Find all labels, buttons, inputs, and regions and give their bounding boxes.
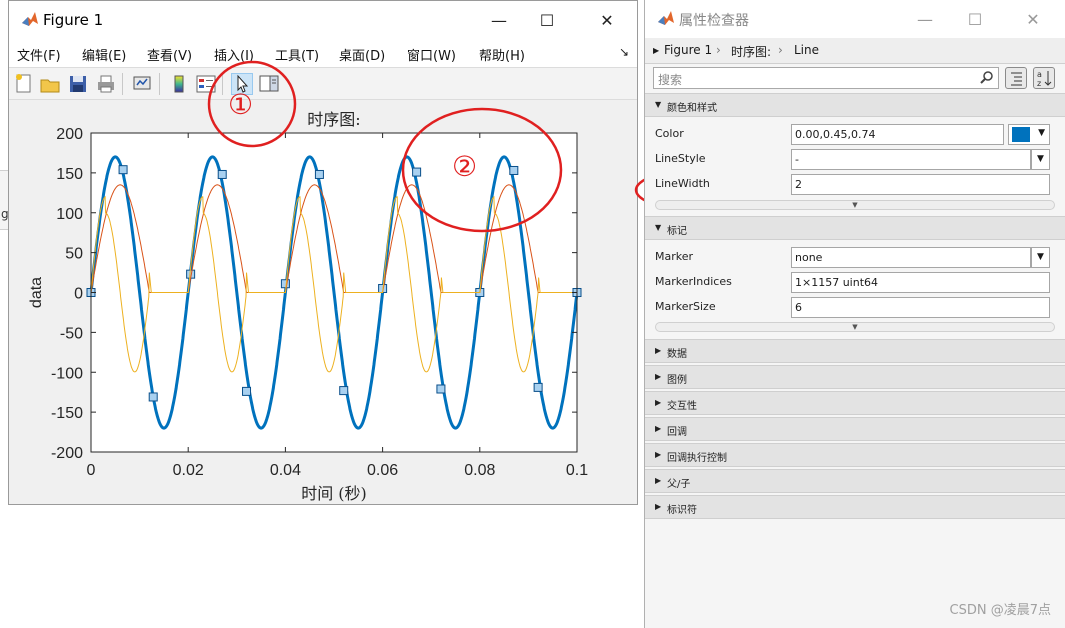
- annotation-label-2: ②: [452, 150, 478, 183]
- property-row-marker-size: MarkerSize 6: [645, 295, 1065, 320]
- svg-text:z: z: [1037, 79, 1041, 88]
- expand-arrow-icon: ▶: [655, 372, 662, 381]
- breadcrumb-axes[interactable]: 时序图:: [731, 43, 771, 60]
- marker-select[interactable]: none: [791, 247, 1031, 268]
- chevron-down-icon[interactable]: ▼: [1031, 247, 1050, 268]
- section-marker[interactable]: ▼ 标记: [645, 216, 1065, 240]
- expand-more-icon[interactable]: ▼: [655, 322, 1055, 332]
- property-name: Color: [655, 127, 684, 140]
- search-placeholder: 搜索: [658, 73, 683, 87]
- section-label: 标记: [667, 226, 687, 237]
- annotation-circle-2: [401, 107, 563, 233]
- section-label: 数据: [667, 349, 687, 360]
- section-parent-child[interactable]: ▶ 父/子: [645, 469, 1065, 493]
- expand-arrow-icon: ▶: [655, 450, 662, 459]
- minimize-button[interactable]: —: [905, 6, 945, 32]
- color-picker-button[interactable]: ▼: [1008, 124, 1050, 145]
- matlab-icon: [657, 10, 675, 31]
- property-row-linestyle: LineStyle - ▼: [645, 147, 1065, 172]
- property-name: MarkerIndices: [655, 275, 732, 288]
- section-callbacks[interactable]: ▶ 回调: [645, 417, 1065, 441]
- desktop: g Figure 1 — ☐ ✕ 文件(F) 编辑(E) 查看(V) 插入(I)…: [0, 0, 1065, 628]
- section-data[interactable]: ▶ 数据: [645, 339, 1065, 363]
- linewidth-field[interactable]: 2: [791, 174, 1050, 195]
- marker-indices-field[interactable]: 1×1157 uint64: [791, 272, 1050, 293]
- sort-alphabetical-icon[interactable]: az: [1033, 67, 1055, 89]
- section-callback-execution[interactable]: ▶ 回调执行控制: [645, 443, 1065, 467]
- property-row-color: Color 0.00,0.45,0.74 ▼: [645, 122, 1065, 147]
- collapse-arrow-icon: ▼: [655, 100, 662, 109]
- property-name: LineWidth: [655, 177, 710, 190]
- expand-arrow-icon: ▶: [655, 502, 662, 511]
- chevron-down-icon: ▼: [1038, 128, 1045, 138]
- property-inspector-window: 属性检查器 — ☐ ✕ ▶ Figure 1 › 时序图: › Line 搜索 …: [644, 0, 1065, 628]
- expand-arrow-icon: ▶: [655, 476, 662, 485]
- property-row-marker: Marker none ▼: [645, 245, 1065, 270]
- section-legend[interactable]: ▶ 图例: [645, 365, 1065, 389]
- section-interactivity[interactable]: ▶ 交互性: [645, 391, 1065, 415]
- color-swatch: [1012, 127, 1030, 142]
- property-name: Marker: [655, 250, 694, 263]
- chevron-down-icon[interactable]: ▼: [1031, 149, 1050, 170]
- breadcrumb-separator-icon: ›: [716, 43, 721, 57]
- property-name: LineStyle: [655, 152, 706, 165]
- search-icon: [980, 70, 994, 87]
- maximize-button[interactable]: ☐: [955, 6, 995, 32]
- property-row-marker-indices: MarkerIndices 1×1157 uint64: [645, 270, 1065, 295]
- breadcrumb: ▶ Figure 1 › 时序图: › Line: [645, 38, 1065, 64]
- linestyle-select[interactable]: -: [791, 149, 1031, 170]
- section-identifiers[interactable]: ▶ 标识符: [645, 495, 1065, 519]
- section-label: 标识符: [667, 505, 697, 516]
- group-by-category-icon[interactable]: [1005, 67, 1027, 89]
- expand-arrow-icon: ▶: [655, 424, 662, 433]
- inspector-title: 属性检查器: [679, 13, 749, 29]
- breadcrumb-line[interactable]: Line: [794, 43, 819, 57]
- breadcrumb-arrow-icon: ▶: [653, 46, 660, 55]
- property-row-linewidth: LineWidth 2: [645, 172, 1065, 197]
- section-label: 图例: [667, 375, 687, 386]
- marker-size-field[interactable]: 6: [791, 297, 1050, 318]
- inspector-title-bar[interactable]: 属性检查器 — ☐ ✕: [645, 0, 1065, 38]
- svg-text:a: a: [1037, 70, 1042, 79]
- close-button[interactable]: ✕: [1013, 6, 1053, 32]
- section-label: 颜色和样式: [667, 103, 717, 114]
- search-input[interactable]: 搜索: [653, 67, 999, 89]
- section-label: 回调: [667, 427, 687, 438]
- section-label: 交互性: [667, 401, 697, 412]
- property-name: MarkerSize: [655, 300, 716, 313]
- section-label: 回调执行控制: [667, 453, 727, 464]
- collapse-arrow-icon: ▼: [655, 223, 662, 232]
- breadcrumb-separator-icon: ›: [778, 43, 783, 57]
- expand-arrow-icon: ▶: [655, 346, 662, 355]
- breadcrumb-figure[interactable]: Figure 1: [664, 43, 712, 57]
- section-label: 父/子: [667, 479, 691, 490]
- watermark: CSDN @凌晨7点: [949, 603, 1051, 618]
- section-color-style[interactable]: ▼ 颜色和样式: [645, 93, 1065, 117]
- expand-more-icon[interactable]: ▼: [655, 200, 1055, 210]
- expand-arrow-icon: ▶: [655, 398, 662, 407]
- annotation-label-1: ①: [228, 88, 254, 121]
- color-value-field[interactable]: 0.00,0.45,0.74: [791, 124, 1004, 145]
